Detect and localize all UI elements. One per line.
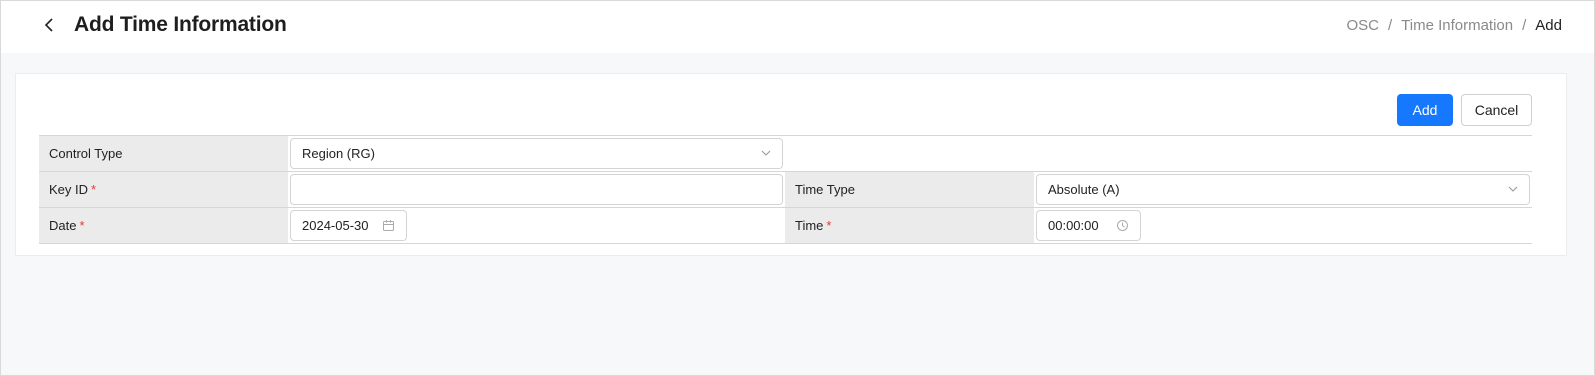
breadcrumb: OSC / Time Information / Add: [1346, 17, 1562, 34]
chevron-down-icon: [1508, 186, 1518, 192]
add-button[interactable]: Add: [1397, 94, 1453, 126]
required-marker: *: [79, 218, 85, 233]
calendar-icon: [383, 220, 394, 231]
key-id-label: Key ID *: [39, 172, 288, 207]
breadcrumb-item-osc[interactable]: OSC: [1346, 17, 1379, 34]
back-button[interactable]: [41, 15, 59, 35]
key-id-input[interactable]: [290, 174, 783, 205]
date-label: Date *: [39, 208, 288, 243]
form-row: Date * 2024-05-30 Time * 00:00:00: [39, 208, 1532, 244]
date-label-text: Date: [49, 218, 77, 233]
page-title: Add Time Information: [74, 13, 287, 36]
time-type-value: Absolute (A): [1048, 182, 1120, 197]
form-table: Control Type Region (RG) Key ID * Time T…: [39, 135, 1532, 244]
form-row: Control Type Region (RG): [39, 136, 1532, 172]
time-label: Time *: [785, 208, 1034, 243]
control-type-label-text: Control Type: [49, 146, 123, 161]
required-marker: *: [826, 218, 832, 233]
control-type-label: Control Type: [39, 136, 288, 171]
time-value: 00:00:00: [1048, 218, 1099, 233]
form-row: Key ID * Time Type Absolute (A): [39, 172, 1532, 208]
date-picker[interactable]: 2024-05-30: [290, 210, 407, 241]
breadcrumb-separator: /: [1522, 17, 1527, 34]
chevron-left-icon: [44, 18, 53, 32]
control-type-value: Region (RG): [302, 146, 375, 161]
time-type-label: Time Type: [785, 172, 1034, 207]
key-id-label-text: Key ID: [49, 182, 89, 197]
page-header: Add Time Information OSC / Time Informat…: [1, 1, 1594, 53]
form-card: Add Cancel Control Type Region (RG) Key …: [15, 73, 1567, 256]
breadcrumb-item-time-information[interactable]: Time Information: [1401, 17, 1513, 34]
clock-icon: [1117, 220, 1128, 231]
cancel-button[interactable]: Cancel: [1461, 94, 1532, 126]
time-type-label-text: Time Type: [795, 182, 855, 197]
required-marker: *: [91, 182, 97, 197]
time-picker[interactable]: 00:00:00: [1036, 210, 1141, 241]
time-type-select[interactable]: Absolute (A): [1036, 174, 1530, 205]
chevron-down-icon: [761, 150, 771, 156]
breadcrumb-separator: /: [1387, 17, 1393, 34]
breadcrumb-item-current: Add: [1535, 17, 1562, 34]
time-label-text: Time: [795, 218, 824, 233]
date-value: 2024-05-30: [302, 218, 369, 233]
control-type-select[interactable]: Region (RG): [290, 138, 783, 169]
